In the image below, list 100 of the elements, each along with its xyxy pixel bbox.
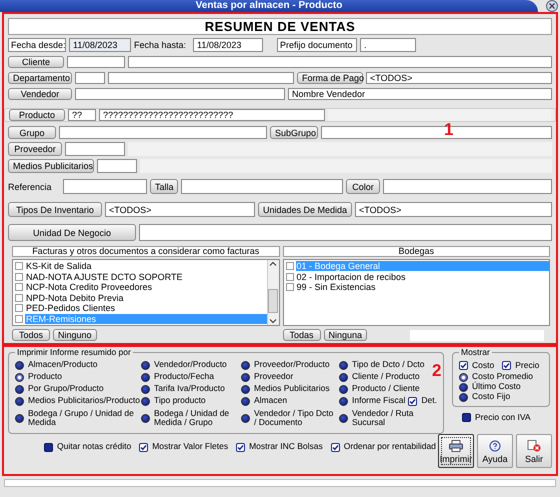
checkbox[interactable] bbox=[15, 304, 23, 312]
list-item[interactable]: 99 - Sin Existencias bbox=[296, 282, 376, 292]
action-button[interactable]: Ayuda bbox=[477, 434, 513, 468]
checkbox[interactable] bbox=[15, 294, 23, 302]
radio-button[interactable] bbox=[339, 384, 348, 394]
chevron-up-icon[interactable] bbox=[269, 260, 277, 268]
filter-button[interactable]: Tipos De Inventario bbox=[8, 202, 102, 217]
checkbox[interactable] bbox=[459, 361, 468, 370]
radio-button[interactable] bbox=[459, 382, 468, 392]
input-field[interactable]: <TODOS> bbox=[355, 202, 552, 217]
checkbox[interactable] bbox=[502, 361, 512, 370]
checkbox[interactable] bbox=[286, 262, 294, 270]
input-field[interactable]: Nombre Vendedor bbox=[288, 88, 552, 100]
input-field[interactable]: <TODOS> bbox=[105, 202, 255, 217]
filter-button[interactable]: Grupo bbox=[8, 126, 56, 139]
select-button[interactable]: Todas bbox=[282, 329, 320, 341]
filter-button[interactable]: Departamento bbox=[8, 72, 72, 84]
checkbox[interactable] bbox=[15, 262, 23, 270]
radio-button[interactable] bbox=[15, 372, 24, 382]
option-label: Bodega / Grupo / Unidad de Medida bbox=[28, 408, 135, 428]
filter-button[interactable]: SubGrupo bbox=[270, 126, 318, 139]
option-label: Almacen/Producto bbox=[28, 360, 98, 370]
option-label: Último Costo bbox=[472, 382, 521, 392]
radio-button[interactable] bbox=[339, 396, 348, 406]
radio-button[interactable] bbox=[339, 372, 348, 382]
input-field[interactable]: ?????????????????????????? bbox=[99, 109, 325, 121]
radio-button[interactable] bbox=[339, 360, 348, 370]
filter-button[interactable]: Unidad De Negocio bbox=[8, 224, 136, 241]
radio-button[interactable] bbox=[339, 414, 348, 422]
checkbox[interactable] bbox=[286, 283, 294, 292]
scrollbar[interactable] bbox=[266, 260, 278, 325]
radio-button[interactable] bbox=[141, 360, 150, 370]
checkbox[interactable] bbox=[15, 272, 23, 281]
list-item[interactable]: PED-Pedidos Clientes bbox=[25, 303, 116, 314]
radio-button[interactable] bbox=[15, 396, 24, 406]
radio-button[interactable] bbox=[15, 360, 24, 370]
list-item[interactable]: NPD-Nota Debito Previa bbox=[25, 292, 124, 303]
filter-button[interactable]: Talla bbox=[150, 179, 178, 194]
list-item[interactable]: NAD-NOTA AJUSTE DCTO SOPORTE bbox=[25, 272, 183, 282]
annotation-number: 1 bbox=[444, 120, 454, 140]
checkbox[interactable] bbox=[408, 396, 418, 406]
checkbox[interactable] bbox=[44, 442, 53, 452]
select-button[interactable]: Ninguna bbox=[324, 329, 368, 341]
date-field[interactable]: 11/08/2023 bbox=[69, 38, 131, 52]
list-item[interactable]: KS-Kit de Salida bbox=[25, 261, 92, 272]
radio-button[interactable] bbox=[141, 414, 150, 422]
checkbox[interactable] bbox=[15, 283, 23, 292]
select-button[interactable]: Todos bbox=[12, 329, 50, 341]
radio-button[interactable] bbox=[241, 372, 250, 382]
input-field[interactable] bbox=[75, 88, 285, 100]
checkbox[interactable] bbox=[330, 442, 340, 452]
input-field[interactable] bbox=[128, 56, 552, 68]
input-field[interactable] bbox=[108, 72, 294, 84]
filter-button[interactable]: Unidades De Medida bbox=[258, 202, 352, 217]
input-field[interactable] bbox=[65, 142, 125, 156]
radio-button[interactable] bbox=[15, 414, 24, 422]
checkbox[interactable] bbox=[462, 413, 471, 422]
filter-button[interactable]: Forma de Pago bbox=[297, 72, 363, 84]
input-field[interactable] bbox=[63, 179, 147, 194]
checkbox[interactable] bbox=[139, 442, 148, 452]
select-button[interactable]: Ninguno bbox=[53, 329, 97, 341]
group-legend: Imprimir Informe resumido por bbox=[15, 347, 133, 357]
action-button[interactable]: Salir bbox=[516, 434, 552, 468]
filter-button[interactable]: Color bbox=[346, 179, 380, 194]
input-field[interactable]: . bbox=[360, 38, 416, 52]
input-field[interactable] bbox=[383, 179, 552, 194]
radio-button[interactable] bbox=[241, 360, 250, 370]
radio-button[interactable] bbox=[241, 384, 250, 394]
input-field[interactable] bbox=[67, 56, 125, 68]
radio-button[interactable] bbox=[141, 384, 150, 394]
list-item[interactable]: NCP-Nota Credito Proveedores bbox=[25, 282, 152, 292]
filter-button[interactable]: Cliente bbox=[8, 56, 64, 68]
input-field[interactable]: ?? bbox=[68, 109, 96, 121]
chevron-down-icon[interactable] bbox=[269, 317, 277, 325]
option-label: Costo bbox=[472, 360, 494, 370]
input-field[interactable] bbox=[139, 224, 552, 241]
date-field[interactable]: 11/08/2023 bbox=[193, 38, 263, 52]
radio-button[interactable] bbox=[459, 392, 468, 402]
radio-button[interactable] bbox=[141, 396, 150, 406]
radio-button[interactable] bbox=[241, 396, 250, 406]
filter-button[interactable]: Vendedor bbox=[8, 88, 72, 100]
input-field[interactable] bbox=[97, 159, 137, 173]
checkbox[interactable] bbox=[286, 272, 294, 281]
option-label: Proveedor bbox=[254, 372, 294, 382]
input-field[interactable] bbox=[75, 72, 105, 84]
input-field[interactable]: <TODOS> bbox=[366, 72, 552, 84]
checkbox[interactable] bbox=[236, 442, 246, 452]
checkbox[interactable] bbox=[15, 314, 23, 323]
filter-button[interactable]: Medios Publicitarios bbox=[8, 159, 94, 173]
input-field[interactable] bbox=[181, 179, 343, 194]
list-item[interactable]: 02 - Importacion de recibos bbox=[296, 272, 406, 282]
close-icon[interactable] bbox=[546, 0, 558, 12]
option-label: Almacen bbox=[254, 396, 288, 406]
radio-button[interactable] bbox=[459, 372, 468, 382]
radio-button[interactable] bbox=[141, 372, 150, 382]
input-field[interactable] bbox=[59, 126, 267, 139]
filter-button[interactable]: Proveedor bbox=[8, 142, 62, 156]
filter-button[interactable]: Producto bbox=[9, 109, 65, 121]
radio-button[interactable] bbox=[15, 384, 24, 394]
radio-button[interactable] bbox=[241, 414, 250, 422]
